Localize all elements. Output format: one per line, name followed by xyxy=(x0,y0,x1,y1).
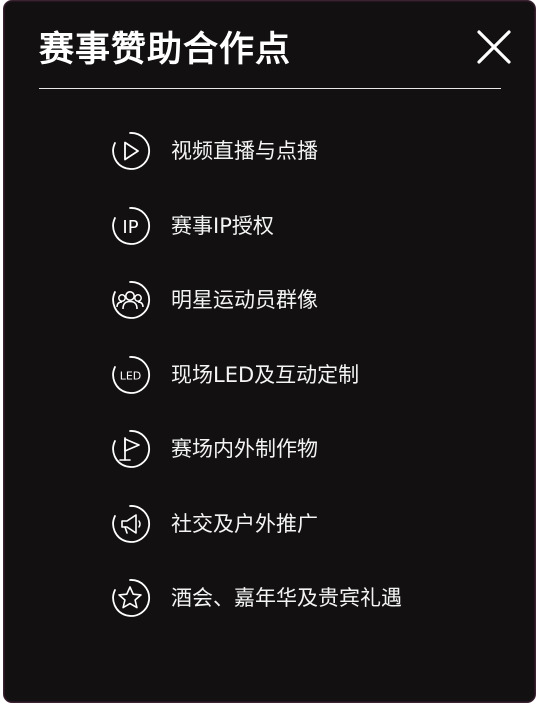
sponsorship-panel: 赛事赞助合作点 视频直播与点播 IP 赛事IP授权 明星运动员群像 LED 现场… xyxy=(3,0,536,703)
list-item-label: 现场LED及互动定制 xyxy=(171,362,360,387)
svg-text:IP: IP xyxy=(122,217,138,238)
group-people-icon xyxy=(112,281,150,319)
play-circle-icon xyxy=(112,132,150,170)
list-item-venue-production[interactable]: 赛场内外制作物 xyxy=(108,427,402,471)
star-icon xyxy=(112,579,150,617)
list-item-video[interactable]: 视频直播与点播 xyxy=(108,129,402,173)
list-item-social-promo[interactable]: 社交及户外推广 xyxy=(108,502,402,546)
close-button[interactable] xyxy=(474,27,514,67)
list-item-label: 视频直播与点播 xyxy=(171,139,318,163)
list-item-athletes[interactable]: 明星运动员群像 xyxy=(108,278,402,322)
sponsorship-list: 视频直播与点播 IP 赛事IP授权 明星运动员群像 LED 现场LED及互动定制… xyxy=(108,129,402,651)
list-item-label: 明星运动员群像 xyxy=(171,288,318,312)
list-item-label: 社交及户外推广 xyxy=(171,511,318,536)
led-badge-icon: LED xyxy=(112,355,150,394)
list-item-vip[interactable]: 酒会、嘉年华及贵宾礼遇 xyxy=(108,576,402,620)
panel-title: 赛事赞助合作点 xyxy=(39,30,292,70)
title-divider xyxy=(39,88,501,89)
list-item-label: 赛场内外制作物 xyxy=(171,437,318,461)
list-item-led[interactable]: LED 现场LED及互动定制 xyxy=(108,353,402,397)
svg-text:LED: LED xyxy=(120,369,142,382)
list-item-ip[interactable]: IP 赛事IP授权 xyxy=(108,204,402,248)
megaphone-icon xyxy=(112,504,150,543)
close-icon xyxy=(477,30,511,64)
list-item-label: 酒会、嘉年华及贵宾礼遇 xyxy=(171,586,402,610)
ip-badge-icon: IP xyxy=(112,206,150,245)
list-item-label: 赛事IP授权 xyxy=(171,213,274,238)
flag-icon xyxy=(112,430,150,468)
